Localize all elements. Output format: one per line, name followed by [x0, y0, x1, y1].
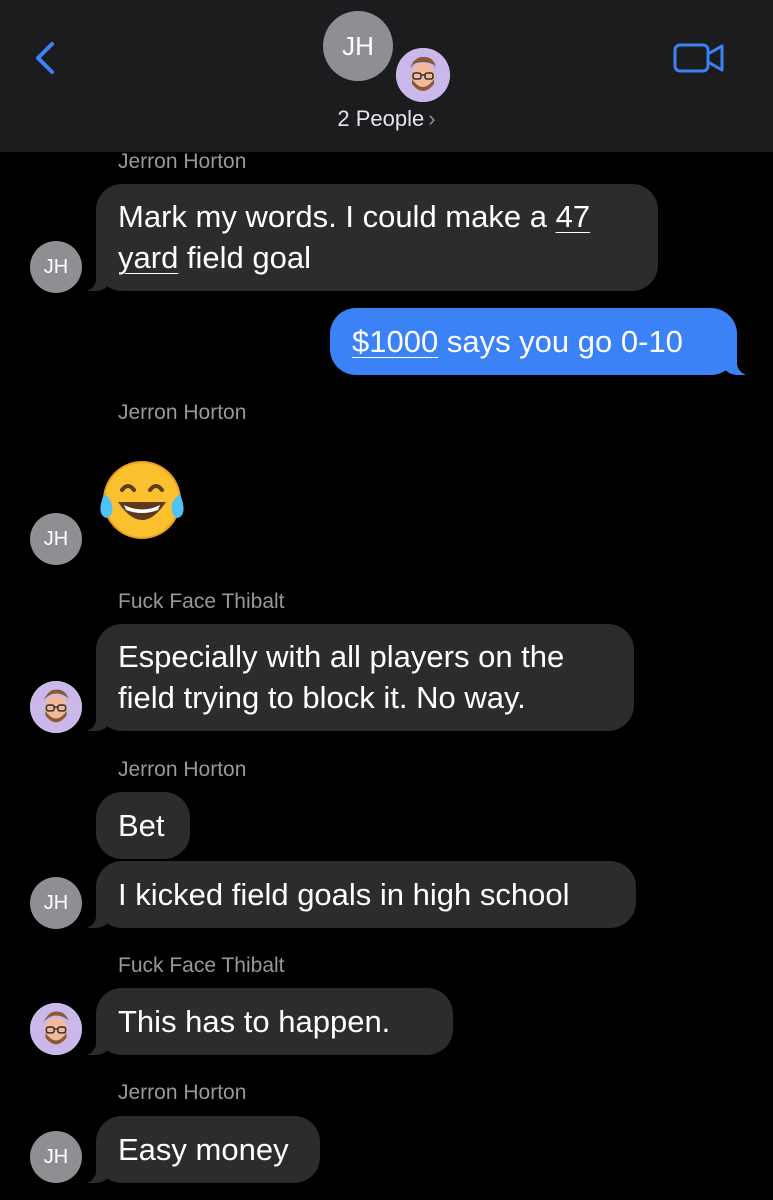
- message-bubble[interactable]: Mark my words. I could make a 47 yard fi…: [76, 184, 658, 291]
- message-text: field trying to block it. No way.: [118, 680, 526, 715]
- memoji-avatar-icon[interactable]: [30, 681, 82, 733]
- memoji-avatar-icon[interactable]: [30, 1003, 82, 1055]
- people-label[interactable]: 2 People: [337, 106, 424, 131]
- sender-name: Jerron Horton: [118, 401, 247, 424]
- message-bubble[interactable]: Easy money: [76, 1116, 320, 1183]
- message-text: Easy money: [118, 1132, 289, 1167]
- detected-unit-link[interactable]: yard: [118, 240, 178, 275]
- message-text: says you go 0-10: [438, 324, 683, 359]
- sent-message-bubble[interactable]: $1000 says you go 0-10: [330, 308, 757, 375]
- chevron-left-icon[interactable]: [26, 38, 66, 78]
- message-text: field goal: [178, 240, 312, 275]
- avatar-jh[interactable]: JH: [30, 241, 82, 293]
- message-text: Mark my words. I could make a: [118, 199, 556, 234]
- memoji-avatar-icon[interactable]: [396, 48, 450, 102]
- message-bubble[interactable]: Especially with all players on the field…: [76, 624, 634, 731]
- sender-name: Jerron Horton: [118, 1081, 247, 1104]
- chevron-right-icon: ›: [428, 106, 436, 131]
- avatar-jh[interactable]: JH: [30, 513, 82, 565]
- sender-name: Fuck Face Thibalt: [118, 954, 285, 977]
- conversation-header: JH 2 People ›: [0, 0, 773, 152]
- message-text: Bet: [118, 808, 165, 843]
- video-camera-icon[interactable]: [672, 40, 726, 76]
- people-link[interactable]: 2 People ›: [0, 106, 773, 132]
- message-text: Especially with all players on the: [118, 639, 565, 674]
- face-with-tears-of-joy-icon[interactable]: [96, 458, 184, 546]
- sender-name: Fuck Face Thibalt: [118, 590, 285, 613]
- avatar-jh[interactable]: JH: [30, 877, 82, 929]
- group-avatar[interactable]: JH: [323, 11, 393, 81]
- message-text: I kicked field goals in high school: [118, 877, 570, 912]
- detected-number-link[interactable]: 47: [556, 199, 590, 234]
- message-bubble[interactable]: Bet: [96, 792, 190, 859]
- message-bubble[interactable]: This has to happen.: [76, 988, 453, 1055]
- message-text: This has to happen.: [118, 1004, 391, 1039]
- message-bubble[interactable]: I kicked field goals in high school: [76, 861, 636, 928]
- sender-name: Jerron Horton: [118, 758, 247, 781]
- detected-money-link[interactable]: $1000: [352, 324, 438, 359]
- sender-name: Jerron Horton: [118, 150, 247, 173]
- avatar-jh[interactable]: JH: [30, 1131, 82, 1183]
